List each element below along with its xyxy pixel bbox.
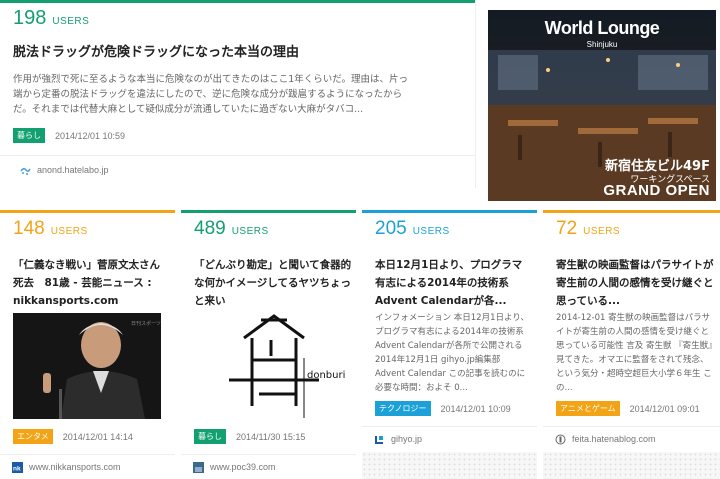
entry-card-4[interactable]: 72 USERS 寄生獣の映画監督はパラサイトが寄生前の人間の感情を受け継ぐと思… [543, 210, 720, 479]
svg-text:日刊スポーツ: 日刊スポーツ [131, 320, 161, 327]
ad-line-grand-open: GRAND OPEN [603, 182, 710, 199]
entry-summary: 2014-12-01 寄生獣の映画監督はパラサイトが寄生前の人間の感情を受け継ぐ… [556, 313, 713, 393]
hatelabo-favicon-icon [20, 165, 31, 176]
users-unit: USERS [583, 226, 621, 237]
ad-banner[interactable]: World Lounge Shinjuku 新宿住友ビル49F ワーキングスペー… [488, 10, 716, 201]
svg-text:nk: nk [13, 465, 21, 472]
entry-date: 2014/12/01 09:01 [629, 403, 700, 414]
entry-source[interactable]: www.poc39.com [181, 454, 356, 479]
users-count[interactable]: 205 [375, 218, 407, 240]
entry-card-top[interactable]: 198 USERS 脱法ドラッグが危険ドラッグになった本当の理由 作用が強烈で死… [0, 0, 476, 188]
entry-title[interactable]: 本日12月1日より、プログラマ有志による2014年の技術系Advent Cale… [375, 256, 530, 310]
users-count[interactable]: 198 [13, 7, 46, 30]
card-accent-bar [362, 210, 537, 213]
entry-source[interactable]: feita.hatenablog.com [543, 426, 720, 451]
gihyo-favicon-icon [374, 434, 385, 445]
entry-card-2[interactable]: 489 USERS 「どんぶり勘定」と聞いて食器的な何かイメージしてるヤツちょっ… [181, 210, 356, 479]
entry-thumbnail[interactable]: 日刊スポーツ [13, 313, 161, 419]
users-count[interactable]: 148 [13, 218, 45, 240]
users-count[interactable]: 72 [556, 218, 577, 240]
entry-thumbnail[interactable]: donburi [199, 310, 349, 420]
card-accent-bar [543, 210, 720, 213]
card-footer-pattern [362, 452, 537, 479]
entry-date: 2014/12/01 10:59 [55, 130, 126, 141]
entry-date: 2014/11/30 15:15 [236, 431, 306, 442]
card-accent-bar [181, 210, 356, 213]
image-caption: donburi [307, 370, 345, 381]
entry-source[interactable]: gihyo.jp [362, 426, 537, 451]
entry-title[interactable]: 「どんぶり勘定」と聞いて食器的な何かイメージしてるヤツちょっと来い [194, 256, 352, 310]
entry-title[interactable]: 「仁義なき戦い」菅原文太さん死去 81歳 - 芸能ニュース : nikkansp… [13, 256, 165, 310]
donburi-illustration-image: donburi [229, 314, 345, 418]
category-tag[interactable]: エンタメ [13, 429, 53, 444]
category-tag[interactable]: 暮らし [13, 128, 45, 143]
category-tag[interactable]: 暮らし [194, 429, 226, 444]
entry-date: 2014/12/01 14:14 [62, 431, 133, 442]
entry-source[interactable]: nk www.nikkansports.com [0, 454, 175, 479]
entry-title[interactable]: 寄生獣の映画監督はパラサイトが寄生前の人間の感情を受け継ぐと思っている... [556, 256, 714, 310]
card-accent-bar [0, 0, 475, 3]
source-domain: anond.hatelabo.jp [37, 165, 109, 175]
users-unit: USERS [231, 226, 269, 237]
entry-date: 2014/12/01 10:09 [440, 403, 511, 414]
hotentry-page: 198 USERS 脱法ドラッグが危険ドラッグになった本当の理由 作用が強烈で死… [0, 0, 720, 479]
entry-summary: 作用が強烈で死に至るような本当に危険なのが出てきたのはここ1年くらいだ。理由は、… [13, 74, 408, 115]
hatenablog-favicon-icon [555, 434, 566, 445]
users-unit: USERS [50, 226, 88, 237]
entry-card-3[interactable]: 205 USERS 本日12月1日より、プログラマ有志による2014年の技術系A… [362, 210, 537, 479]
source-domain: www.poc39.com [210, 462, 276, 472]
entry-card-1[interactable]: 148 USERS 「仁義なき戦い」菅原文太さん死去 81歳 - 芸能ニュース … [0, 210, 175, 479]
entry-title[interactable]: 脱法ドラッグが危険ドラッグになった本当の理由 [13, 44, 463, 62]
card-footer-pattern [543, 452, 720, 479]
entry-source[interactable]: anond.hatelabo.jp [0, 155, 475, 184]
person-photo-image: 日刊スポーツ [13, 313, 161, 419]
source-domain: feita.hatenablog.com [572, 434, 656, 444]
source-domain: www.nikkansports.com [29, 462, 121, 472]
users-unit: USERS [52, 16, 90, 27]
poc39-favicon-icon [193, 461, 204, 473]
entry-summary: インフォメーション 本日12月1日より、プログラマ有志による2014年の技術系A… [375, 313, 529, 393]
users-unit: USERS [412, 226, 450, 237]
category-tag[interactable]: テクノロジー [375, 401, 431, 416]
nikkansports-favicon-icon: nk [12, 461, 23, 473]
ad-title: World Lounge [544, 18, 660, 38]
source-domain: gihyo.jp [391, 434, 423, 444]
ad-subtitle: Shinjuku [586, 40, 618, 49]
card-accent-bar [0, 210, 175, 213]
category-tag[interactable]: アニメとゲーム [556, 401, 620, 416]
users-count[interactable]: 489 [194, 218, 226, 240]
